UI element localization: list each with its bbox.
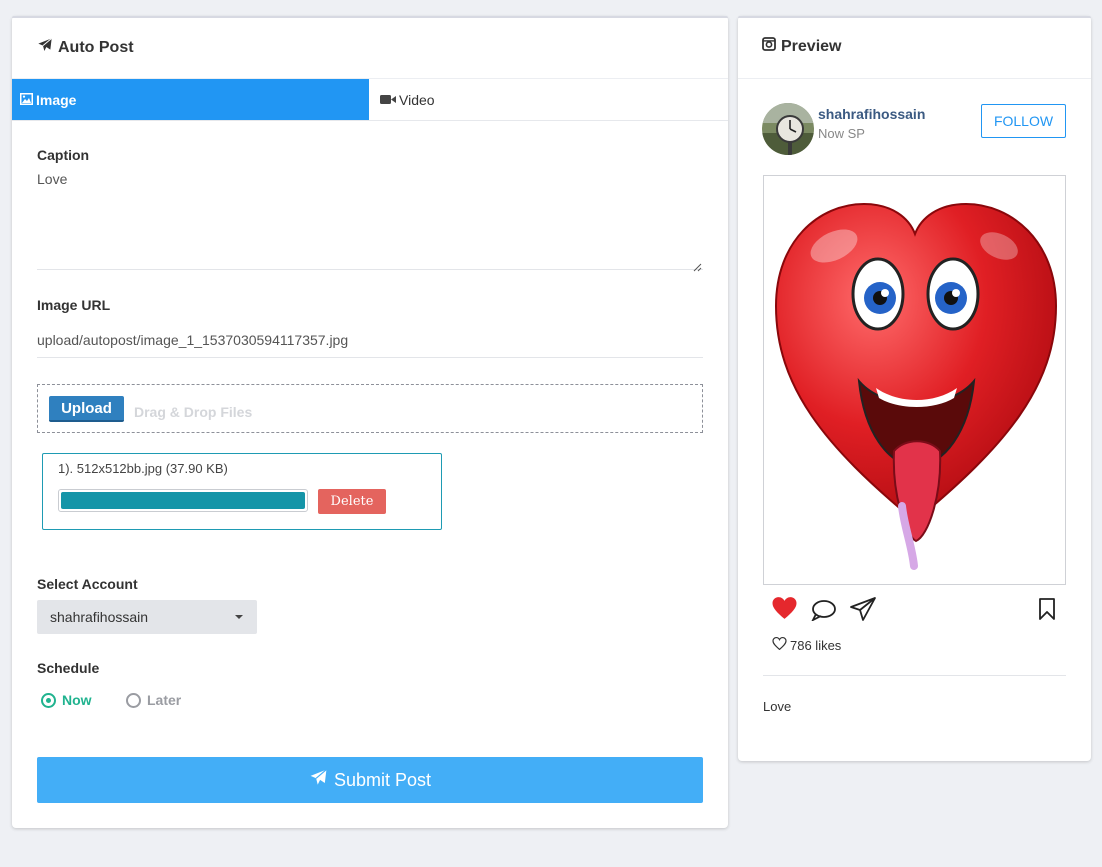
radio-checked-icon bbox=[41, 692, 56, 708]
preview-caption: Love bbox=[763, 699, 792, 714]
radio-unchecked-icon bbox=[126, 692, 141, 708]
submit-post-label: Submit Post bbox=[333, 769, 432, 790]
video-camera-icon bbox=[380, 92, 396, 108]
schedule-label: Schedule bbox=[37, 660, 100, 676]
preview-title: Preview bbox=[781, 37, 842, 55]
image-url-underline bbox=[37, 357, 703, 358]
select-account-label: Select Account bbox=[37, 576, 138, 592]
schedule-now-radio[interactable]: Now bbox=[41, 692, 92, 708]
like-heart-icon[interactable] bbox=[771, 596, 798, 625]
submit-post-button[interactable]: Submit Post bbox=[37, 757, 703, 803]
drag-drop-hint: Drag & Drop Files bbox=[134, 404, 253, 420]
image-icon bbox=[20, 92, 33, 108]
preview-card: Preview shahrafihossain Now SP FOLLOW 78… bbox=[738, 16, 1091, 761]
share-icon[interactable] bbox=[849, 596, 877, 627]
instagram-icon bbox=[762, 37, 776, 56]
delete-file-button[interactable]: Delete bbox=[318, 489, 386, 514]
header-divider bbox=[738, 78, 1091, 79]
media-tabs: Image Video bbox=[12, 79, 728, 121]
schedule-later-label: Later bbox=[147, 692, 182, 708]
auto-post-card: Auto Post Image Video Caption Love Image… bbox=[12, 16, 728, 828]
preview-divider bbox=[763, 675, 1066, 676]
schedule-now-label: Now bbox=[62, 692, 92, 708]
tab-image[interactable]: Image bbox=[12, 79, 369, 120]
upload-progress-bar bbox=[58, 489, 308, 512]
caption-textarea[interactable]: Love bbox=[37, 171, 67, 187]
preview-header: Preview bbox=[762, 37, 841, 56]
upload-button[interactable]: Upload bbox=[49, 396, 124, 422]
paper-plane-icon bbox=[37, 37, 53, 58]
auto-post-title: Auto Post bbox=[58, 38, 134, 56]
heart-outline-icon bbox=[772, 636, 787, 653]
preview-username: shahrafihossain bbox=[818, 106, 926, 122]
tab-video-label: Video bbox=[399, 91, 435, 108]
caption-underline bbox=[37, 269, 703, 270]
likes-label: 786 likes bbox=[790, 637, 842, 653]
tab-image-label: Image bbox=[36, 91, 77, 108]
bookmark-icon[interactable] bbox=[1038, 598, 1056, 625]
post-image bbox=[763, 175, 1066, 585]
tab-video[interactable]: Video bbox=[369, 79, 728, 120]
resize-handle-icon[interactable] bbox=[692, 259, 702, 277]
schedule-later-radio[interactable]: Later bbox=[126, 692, 181, 708]
follow-button[interactable]: FOLLOW bbox=[981, 104, 1066, 138]
paper-plane-icon bbox=[309, 768, 328, 792]
image-url-input[interactable]: upload/autopost/image_1_1537030594117357… bbox=[37, 332, 348, 348]
account-select[interactable]: shahrafihossain bbox=[37, 600, 257, 634]
file-dropzone[interactable]: Upload Drag & Drop Files bbox=[37, 384, 703, 433]
card-top-border bbox=[12, 16, 728, 18]
account-select-value: shahrafihossain bbox=[50, 609, 149, 625]
upload-progress-fill bbox=[61, 492, 305, 509]
avatar bbox=[762, 103, 814, 155]
likes-count: 786 likes bbox=[772, 636, 842, 653]
caret-down-icon bbox=[235, 615, 243, 619]
preview-subtext: Now SP bbox=[818, 126, 865, 141]
comment-icon[interactable] bbox=[810, 599, 837, 626]
caption-label: Caption bbox=[37, 147, 90, 163]
card-top-border bbox=[738, 16, 1091, 18]
uploaded-file-item: 1). 512x512bb.jpg (37.90 KB) Delete bbox=[42, 453, 442, 530]
image-url-label: Image URL bbox=[37, 297, 111, 313]
heart-emoji-image bbox=[774, 202, 1058, 570]
auto-post-header: Auto Post bbox=[37, 37, 134, 58]
file-name: 1). 512x512bb.jpg (37.90 KB) bbox=[58, 461, 228, 476]
